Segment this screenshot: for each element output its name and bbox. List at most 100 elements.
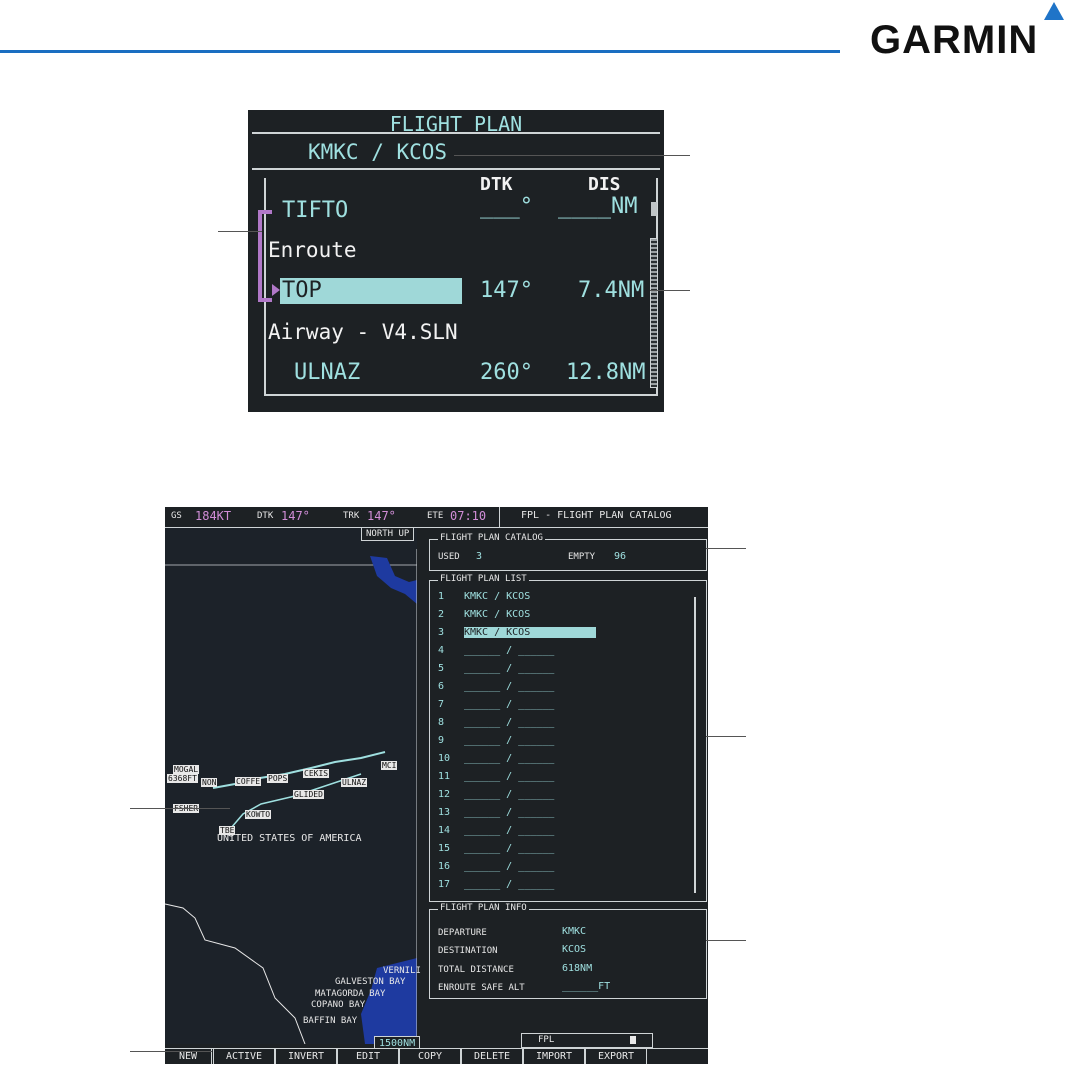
empty-label: EMPTY xyxy=(568,552,596,562)
dtk-label: DTK xyxy=(257,511,274,521)
list-item-name: ______ / ______ xyxy=(464,699,555,710)
total-distance-label: TOTAL DISTANCE xyxy=(438,965,514,975)
gs-value: 184KT xyxy=(195,509,232,523)
status-box: FPL xyxy=(521,1033,653,1048)
flight-plan-list: FLIGHT PLAN LIST 1 KMKC / KCOS 2 KMKC / KC… xyxy=(429,574,707,902)
route-name: KMKC / KCOS xyxy=(308,140,448,164)
list-item-num: 12 xyxy=(438,789,451,800)
callout-line xyxy=(454,155,690,156)
section-title: FLIGHT PLAN CATALOG xyxy=(438,533,545,543)
navigation-map[interactable]: NORTH UP MOGAL 6368FT NON COFFE POPS CEK… xyxy=(165,527,421,1051)
used-label: USED xyxy=(438,552,460,562)
list-item-num: 1 xyxy=(438,591,445,602)
list-item-num: 11 xyxy=(438,771,451,782)
waypoint-dtk: 260° xyxy=(480,360,533,385)
list-item-num: 3 xyxy=(438,627,445,638)
list-item-name: ______ / ______ xyxy=(464,861,555,872)
section-title: FLIGHT PLAN LIST xyxy=(438,574,529,584)
country-label: UNITED STATES OF AMERICA xyxy=(217,833,362,844)
list-item-name: ______ / ______ xyxy=(464,771,555,782)
list-item-num: 10 xyxy=(438,753,451,764)
page-title: FPL - FLIGHT PLAN CATALOG xyxy=(521,510,672,521)
ete-value: 07:10 xyxy=(450,509,487,523)
scrollbar-track[interactable] xyxy=(650,238,658,388)
gs-label: GS xyxy=(171,511,182,521)
map-label: NON xyxy=(201,778,218,787)
mfd-screen: GS 184KT DTK 147° TRK 147° ETE 07:10 FPL… xyxy=(165,507,708,1064)
list-item-name: KMKC / KCOS xyxy=(464,627,596,638)
dtk-value: 147° xyxy=(281,509,310,523)
list-item-num: 7 xyxy=(438,699,445,710)
scrollbar[interactable] xyxy=(694,597,696,893)
softkey-edit[interactable]: EDIT xyxy=(337,1049,399,1064)
col-header-dtk: DTK xyxy=(480,174,513,195)
garmin-logo: GARMIN xyxy=(870,18,1039,62)
map-label: CEKIS xyxy=(303,769,330,778)
garmin-triangle-icon xyxy=(1044,2,1064,20)
waypoint-name[interactable]: ULNAZ xyxy=(294,360,360,385)
flight-plan-info: FLIGHT PLAN INFO DEPARTURE KMKC DESTINAT… xyxy=(429,903,707,999)
scrollbar-thumb[interactable] xyxy=(651,202,657,216)
list-item-name: ______ / ______ xyxy=(464,663,555,674)
list-item-name: ______ / ______ xyxy=(464,753,555,764)
map-label: COFFE xyxy=(235,777,262,786)
departure-value: KMKC xyxy=(562,926,587,937)
list-item-name: ______ / ______ xyxy=(464,681,555,692)
group-header: Airway - V4.SLN xyxy=(268,320,458,344)
waypoint-dtk: ___° xyxy=(480,194,533,219)
list-item-name: ______ / ______ xyxy=(464,735,555,746)
softkey-copy[interactable]: COPY xyxy=(399,1049,461,1064)
map-label: MCI xyxy=(381,761,398,770)
departure-label: DEPARTURE xyxy=(438,928,487,938)
list-item-num: 5 xyxy=(438,663,445,674)
divider xyxy=(252,132,660,134)
col-header-dis: DIS xyxy=(588,174,621,195)
catalog-section: FLIGHT PLAN CATALOG USED 3 EMPTY 96 xyxy=(429,533,707,571)
waypoint-name[interactable]: TIFTO xyxy=(282,198,348,223)
waypoint-dtk: 147° xyxy=(480,278,533,303)
list-item-name: ______ / ______ xyxy=(464,807,555,818)
destination-value: KCOS xyxy=(562,944,587,955)
list-item-name: ______ / ______ xyxy=(464,789,555,800)
softkey-import[interactable]: IMPORT xyxy=(523,1049,585,1064)
esa-label: ENROUTE SAFE ALT xyxy=(438,983,525,993)
waypoint-name-selected[interactable]: TOP xyxy=(282,278,322,303)
softkey-export[interactable]: EXPORT xyxy=(585,1049,647,1064)
list-item-name: ______ / ______ xyxy=(464,825,555,836)
data-bar: GS 184KT DTK 147° TRK 147° ETE 07:10 FPL… xyxy=(165,507,708,528)
softkey-delete[interactable]: DELETE xyxy=(461,1049,523,1064)
map-label: GLIDED xyxy=(293,790,324,799)
list-item-num: 9 xyxy=(438,735,445,746)
divider xyxy=(499,507,500,527)
map-label: ULNAZ xyxy=(341,778,368,787)
callout-line xyxy=(130,1051,212,1052)
section-title: FLIGHT PLAN INFO xyxy=(438,903,529,913)
callout-line xyxy=(706,548,746,549)
list-item-name: ______ / ______ xyxy=(464,645,555,656)
divider xyxy=(252,168,660,170)
map-label: BAFFIN BAY xyxy=(303,1016,358,1026)
map-label: MATAGORDA BAY xyxy=(315,989,386,999)
empty-value: 96 xyxy=(614,551,627,562)
trk-value: 147° xyxy=(367,509,396,523)
callout-line xyxy=(130,808,230,809)
header-rule xyxy=(0,50,840,53)
ete-label: ETE xyxy=(427,511,444,521)
callout-line xyxy=(706,940,746,941)
map-label: GALVESTON BAY xyxy=(335,977,406,987)
list-item-num: 8 xyxy=(438,717,445,728)
used-value: 3 xyxy=(476,551,483,562)
map-label: VERNILI xyxy=(383,966,421,976)
map-label: COPANO BAY xyxy=(311,1000,366,1010)
list-item-num: 13 xyxy=(438,807,451,818)
list-item-num: 2 xyxy=(438,609,445,620)
destination-label: DESTINATION xyxy=(438,946,498,956)
softkey-invert[interactable]: INVERT xyxy=(275,1049,337,1064)
map-label: KOWTO xyxy=(245,810,272,819)
list-item-num: 4 xyxy=(438,645,445,656)
orientation-label[interactable]: NORTH UP xyxy=(361,527,415,541)
softkey-active[interactable]: ACTIVE xyxy=(213,1049,275,1064)
map-label: 6368FT xyxy=(167,774,198,783)
list-item-name: ______ / ______ xyxy=(464,717,555,728)
esa-value: ______FT xyxy=(562,981,611,992)
